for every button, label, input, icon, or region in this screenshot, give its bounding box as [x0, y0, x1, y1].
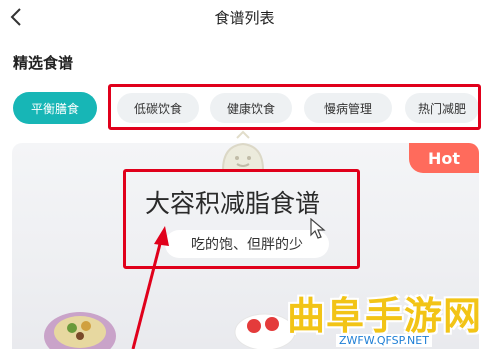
food-plate-illustration: [44, 312, 116, 349]
app-header: 食谱列表: [0, 0, 489, 36]
watermark-url: ZWFW.QFSP.NET: [336, 334, 432, 347]
category-chip-balanced[interactable]: 平衡膳食: [13, 92, 97, 124]
hot-badge: Hot: [409, 143, 479, 173]
section-title: 精选食谱: [13, 54, 74, 72]
page-title: 食谱列表: [214, 9, 275, 27]
category-highlight-box: [108, 84, 481, 130]
cursor-icon: [310, 218, 326, 239]
watermark-text: 曲阜手游网: [287, 294, 483, 338]
